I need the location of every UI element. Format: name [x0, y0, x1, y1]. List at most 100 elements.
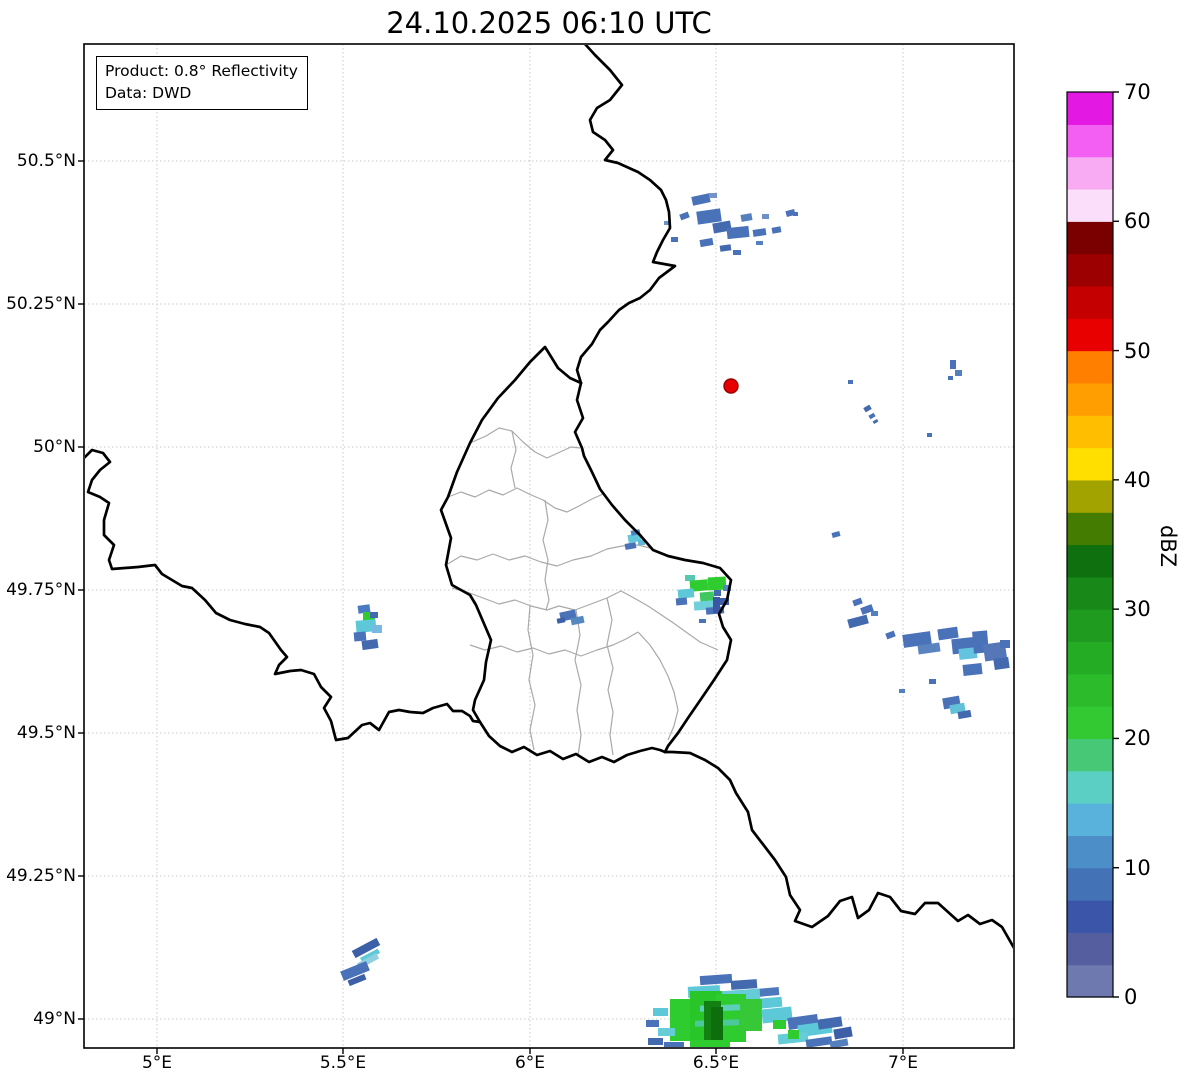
echo-cell	[713, 597, 720, 613]
colorbar-tick-label: 20	[1124, 726, 1151, 751]
colorbar-segment	[1067, 803, 1113, 836]
colorbar-segment	[1067, 479, 1113, 513]
colorbar-segment	[1067, 900, 1113, 933]
echo-cell	[646, 1020, 659, 1027]
data-source-label: Data: DWD	[105, 84, 192, 102]
y-tick-label: 50.25°N	[6, 294, 76, 314]
echo-cell	[677, 588, 695, 599]
echo-cell	[699, 591, 715, 602]
echo-cell	[805, 1036, 833, 1047]
echo-cell	[756, 987, 780, 997]
colorbar-tick-label: 70	[1124, 80, 1151, 104]
echo-cell	[719, 244, 732, 252]
echo-cell	[848, 380, 853, 384]
colorbar-segment	[1067, 382, 1113, 416]
echo-cell	[756, 241, 763, 245]
colorbar-segment	[1067, 544, 1113, 578]
echo-cell	[829, 1038, 849, 1047]
border-luxembourg-germany	[573, 381, 733, 754]
x-tick-label: 5.5°E	[319, 1053, 367, 1073]
echo-cell	[733, 250, 741, 255]
colorbar	[1066, 91, 1119, 998]
product-label: Product: 0.8° Reflectivity	[105, 62, 298, 80]
echo-cell	[679, 211, 690, 221]
echo-cell	[648, 1038, 663, 1045]
product-info-box: Product: 0.8° Reflectivity Data: DWD	[96, 56, 308, 110]
colorbar-segment	[1067, 706, 1113, 740]
map-canvas	[78, 43, 1119, 1054]
colorbar-segment	[1067, 92, 1113, 125]
echo-cell	[899, 689, 905, 693]
y-tick-label: 49.25°N	[6, 866, 76, 886]
echo-cell	[740, 999, 762, 1031]
echo-cell	[833, 1026, 853, 1040]
colorbar-segment	[1067, 253, 1113, 287]
colorbar-segment	[1067, 770, 1113, 804]
echo-cell	[788, 1030, 799, 1039]
y-tick-label: 49.5°N	[16, 723, 76, 743]
colorbar-tick-label: 0	[1124, 985, 1138, 1009]
colorbar-unit-label: dBZ	[1156, 524, 1180, 568]
colorbar-segment	[1067, 447, 1113, 481]
echo-cell	[353, 631, 367, 642]
echo-cell	[847, 614, 869, 629]
colorbar-segment	[1067, 318, 1113, 352]
echo-cell	[624, 542, 637, 550]
echo-cell	[872, 418, 879, 425]
echo-cell	[740, 213, 753, 222]
colorbar-tick-label: 40	[1124, 467, 1151, 492]
border-luxembourg-france	[478, 720, 667, 764]
echo-cell	[950, 360, 956, 369]
echo-cell	[937, 626, 959, 641]
border-luxembourg-belgium	[439, 345, 583, 724]
colorbar-segment	[1067, 576, 1113, 610]
echo-cell	[962, 663, 983, 676]
echo-cell	[699, 619, 706, 623]
echo-cell	[709, 193, 717, 198]
echo-cell	[948, 376, 953, 380]
echo-cell	[885, 630, 896, 640]
country-borders	[85, 45, 1013, 949]
echo-cell	[714, 590, 721, 596]
echo-cell	[653, 1008, 668, 1016]
echo-cell	[762, 214, 769, 219]
colorbar-segment	[1067, 738, 1113, 772]
x-tick-label: 5°E	[141, 1053, 173, 1073]
echo-cell	[831, 531, 841, 538]
echo-cell	[817, 1016, 843, 1030]
echo-cell	[696, 208, 722, 225]
echo-cell	[1000, 640, 1010, 648]
echo-cell	[372, 625, 382, 633]
echo-cell	[675, 597, 688, 606]
colorbar-segment	[1067, 156, 1113, 190]
colorbar-segment	[1067, 641, 1113, 675]
x-tick-label: 6.5°E	[692, 1053, 740, 1073]
y-tick-label: 49°N	[33, 1009, 76, 1029]
echo-cell	[793, 212, 798, 216]
colorbar-segment	[1067, 350, 1113, 384]
canton-borders	[445, 427, 719, 757]
echo-cell	[711, 1007, 723, 1045]
echo-cell	[773, 1020, 786, 1029]
colorbar-segment	[1067, 221, 1113, 255]
echo-cell	[752, 228, 767, 237]
echo-cell	[671, 237, 678, 242]
echo-cell	[927, 433, 932, 437]
echo-cell	[690, 1040, 730, 1047]
border-france-germany	[663, 750, 1013, 949]
echo-cell	[370, 612, 378, 618]
colorbar-segment	[1067, 867, 1113, 901]
y-tick-label: 49.75°N	[6, 580, 76, 600]
radar-site-marker	[723, 378, 739, 394]
echo-cell	[726, 225, 750, 240]
y-tick-label: 50.5°N	[16, 151, 76, 171]
x-tick-label: 6°E	[514, 1053, 546, 1073]
echo-cell	[685, 575, 695, 581]
colorbar-tick-label: 10	[1124, 855, 1151, 880]
echo-cell	[699, 237, 714, 248]
colorbar-segment	[1067, 285, 1113, 319]
echo-cell	[852, 597, 863, 607]
y-tick-label: 50°N	[33, 437, 76, 457]
colorbar-tick-label: 60	[1124, 209, 1151, 234]
echo-cell	[699, 973, 733, 986]
